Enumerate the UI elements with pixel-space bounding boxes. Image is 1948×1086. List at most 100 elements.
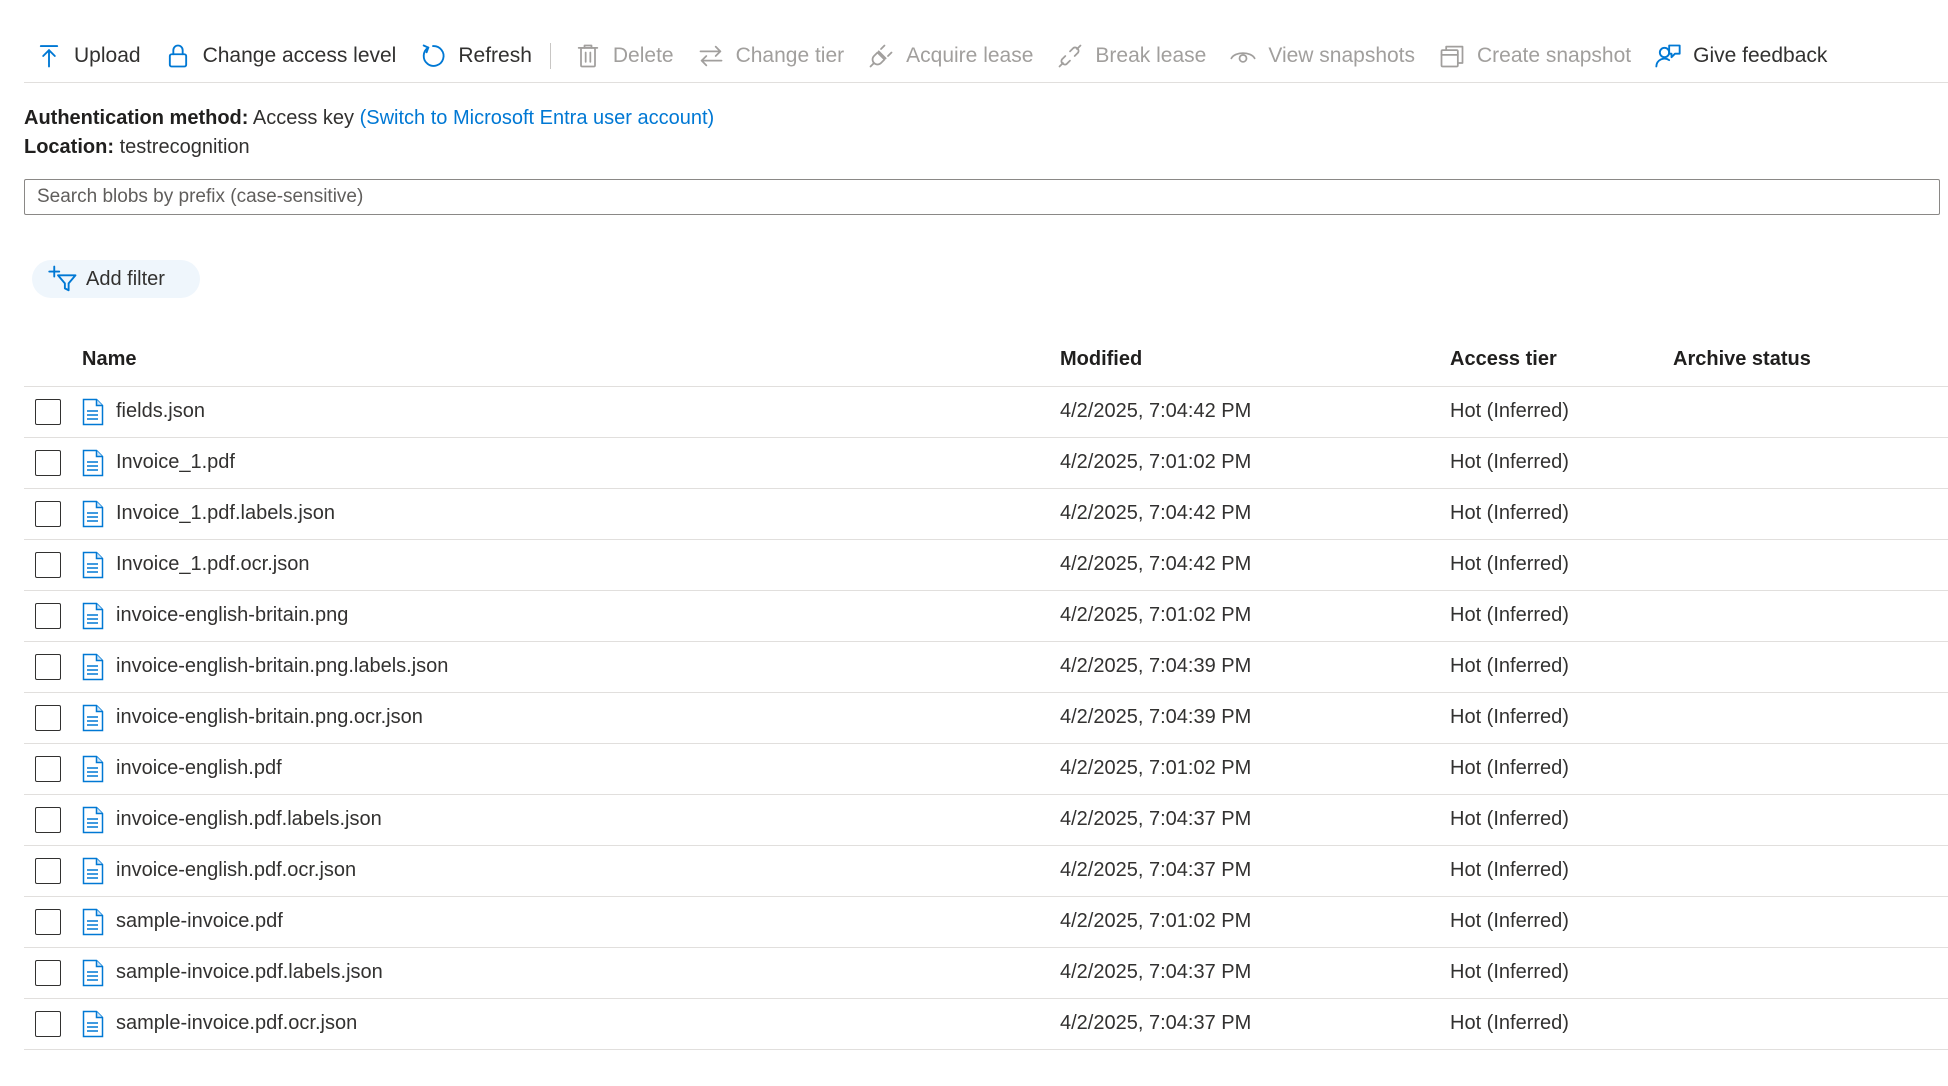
break-lease-label: Break lease: [1095, 44, 1207, 67]
file-icon: [82, 398, 104, 426]
acquire-lease-button[interactable]: Acquire lease: [856, 36, 1045, 76]
file-icon: [82, 755, 104, 783]
table-row[interactable]: sample-invoice.pdf.labels.json 4/2/2025, …: [24, 948, 1948, 999]
row-checkbox[interactable]: [35, 450, 61, 476]
table-row[interactable]: invoice-english-britain.png.ocr.json 4/2/…: [24, 693, 1948, 744]
feedback-person-icon: [1653, 41, 1683, 71]
table-row[interactable]: invoice-english-britain.png.labels.json 4…: [24, 642, 1948, 693]
table-row[interactable]: invoice-english.pdf 4/2/2025, 7:01:02 PM H…: [24, 744, 1948, 795]
file-icon: [82, 500, 104, 528]
table-row[interactable]: invoice-english-britain.png 4/2/2025, 7:0…: [24, 591, 1948, 642]
lock-icon: [163, 41, 193, 71]
blob-name[interactable]: invoice-english.pdf.labels.json: [116, 808, 382, 831]
blob-container-page: Upload Change access level Refresh Delet…: [0, 0, 1948, 1086]
add-filter-button[interactable]: Add filter: [32, 260, 200, 298]
row-checkbox[interactable]: [35, 807, 61, 833]
auth-method-label: Authentication method:: [24, 107, 249, 129]
table-row[interactable]: fields.json 4/2/2025, 7:04:42 PM Hot (Infe…: [24, 387, 1948, 438]
give-feedback-label: Give feedback: [1693, 44, 1828, 67]
file-icon: [82, 908, 104, 936]
change-access-level-label: Change access level: [202, 44, 397, 67]
row-checkbox[interactable]: [35, 501, 61, 527]
row-checkbox[interactable]: [35, 756, 61, 782]
blob-modified: 4/2/2025, 7:01:02 PM: [1060, 451, 1252, 473]
blob-name[interactable]: sample-invoice.pdf.ocr.json: [116, 1012, 357, 1035]
blob-name[interactable]: Invoice_1.pdf.ocr.json: [116, 553, 309, 576]
blob-name[interactable]: Invoice_1.pdf.labels.json: [116, 502, 335, 525]
row-checkbox[interactable]: [35, 909, 61, 935]
blob-modified: 4/2/2025, 7:04:37 PM: [1060, 859, 1252, 881]
blob-access-tier: Hot (Inferred): [1450, 859, 1569, 881]
table-row[interactable]: invoice-english.pdf.labels.json 4/2/2025,…: [24, 795, 1948, 846]
blob-name[interactable]: Invoice_1.pdf: [116, 451, 235, 474]
table-body: fields.json 4/2/2025, 7:04:42 PM Hot (Infe…: [24, 387, 1948, 1050]
row-checkbox[interactable]: [35, 1011, 61, 1037]
table-row[interactable]: Invoice_1.pdf.ocr.json 4/2/2025, 7:04:42 …: [24, 540, 1948, 591]
blob-access-tier: Hot (Inferred): [1450, 502, 1569, 524]
blob-name[interactable]: invoice-english.pdf.ocr.json: [116, 859, 356, 882]
table-row[interactable]: Invoice_1.pdf.labels.json 4/2/2025, 7:04:…: [24, 489, 1948, 540]
upload-label: Upload: [74, 44, 141, 67]
blob-name[interactable]: sample-invoice.pdf: [116, 910, 283, 933]
view-snapshots-button[interactable]: View snapshots: [1218, 36, 1427, 76]
blob-name[interactable]: fields.json: [116, 400, 205, 423]
refresh-icon: [418, 41, 448, 71]
row-checkbox[interactable]: [35, 603, 61, 629]
blob-name[interactable]: invoice-english.pdf: [116, 757, 282, 780]
blob-name[interactable]: invoice-english-britain.png: [116, 604, 348, 627]
file-icon: [82, 449, 104, 477]
blob-name[interactable]: invoice-english-britain.png.ocr.json: [116, 706, 423, 729]
blob-modified: 4/2/2025, 7:01:02 PM: [1060, 757, 1252, 779]
trash-icon: [573, 41, 603, 71]
toolbar-divider: [549, 43, 551, 69]
blob-modified: 4/2/2025, 7:04:42 PM: [1060, 400, 1252, 422]
upload-button[interactable]: Upload: [24, 36, 153, 76]
file-icon: [82, 1010, 104, 1038]
snapshot-icon: [1437, 41, 1467, 71]
file-icon: [82, 602, 104, 630]
table-row[interactable]: Invoice_1.pdf 4/2/2025, 7:01:02 PM Hot (In…: [24, 438, 1948, 489]
plug-icon: [866, 41, 896, 71]
blob-modified: 4/2/2025, 7:04:39 PM: [1060, 706, 1252, 728]
upload-icon: [34, 41, 64, 71]
auth-method-line: Authentication method: Access key (Switc…: [24, 104, 714, 133]
column-header-access-tier[interactable]: Access tier: [1450, 348, 1557, 371]
row-checkbox[interactable]: [35, 552, 61, 578]
blob-name[interactable]: invoice-english-britain.png.labels.json: [116, 655, 448, 678]
table-row[interactable]: invoice-english.pdf.ocr.json 4/2/2025, 7:…: [24, 846, 1948, 897]
file-icon: [82, 704, 104, 732]
change-access-level-button[interactable]: Change access level: [153, 36, 409, 76]
search-blobs-input[interactable]: [24, 179, 1940, 215]
change-tier-label: Change tier: [735, 44, 845, 67]
file-icon: [82, 857, 104, 885]
create-snapshot-button[interactable]: Create snapshot: [1427, 36, 1643, 76]
location-value: testrecognition: [119, 136, 250, 158]
blob-modified: 4/2/2025, 7:04:37 PM: [1060, 961, 1252, 983]
refresh-button[interactable]: Refresh: [408, 36, 544, 76]
blob-access-tier: Hot (Inferred): [1450, 961, 1569, 983]
break-lease-button[interactable]: Break lease: [1045, 36, 1218, 76]
give-feedback-button[interactable]: Give feedback: [1643, 36, 1839, 76]
blob-modified: 4/2/2025, 7:04:37 PM: [1060, 808, 1252, 830]
column-header-name[interactable]: Name: [82, 348, 136, 371]
table-row[interactable]: sample-invoice.pdf.ocr.json 4/2/2025, 7:0…: [24, 999, 1948, 1050]
change-tier-button[interactable]: Change tier: [686, 36, 857, 76]
blob-modified: 4/2/2025, 7:04:37 PM: [1060, 1012, 1252, 1034]
delete-label: Delete: [612, 44, 674, 67]
location-line: Location: testrecognition: [24, 133, 714, 162]
swap-arrows-icon: [696, 41, 726, 71]
auth-method-value: Access key: [252, 107, 355, 129]
switch-auth-link[interactable]: (Switch to Microsoft Entra user account): [360, 107, 715, 129]
add-filter-label: Add filter: [86, 267, 165, 290]
table-row[interactable]: sample-invoice.pdf 4/2/2025, 7:01:02 PM Ho…: [24, 897, 1948, 948]
column-header-modified[interactable]: Modified: [1060, 348, 1142, 371]
row-checkbox[interactable]: [35, 960, 61, 986]
row-checkbox[interactable]: [35, 858, 61, 884]
delete-button[interactable]: Delete: [563, 36, 686, 76]
row-checkbox[interactable]: [35, 399, 61, 425]
blob-name[interactable]: sample-invoice.pdf.labels.json: [116, 961, 383, 984]
file-icon: [82, 959, 104, 987]
row-checkbox[interactable]: [35, 654, 61, 680]
column-header-archive-status[interactable]: Archive status: [1673, 348, 1811, 371]
row-checkbox[interactable]: [35, 705, 61, 731]
